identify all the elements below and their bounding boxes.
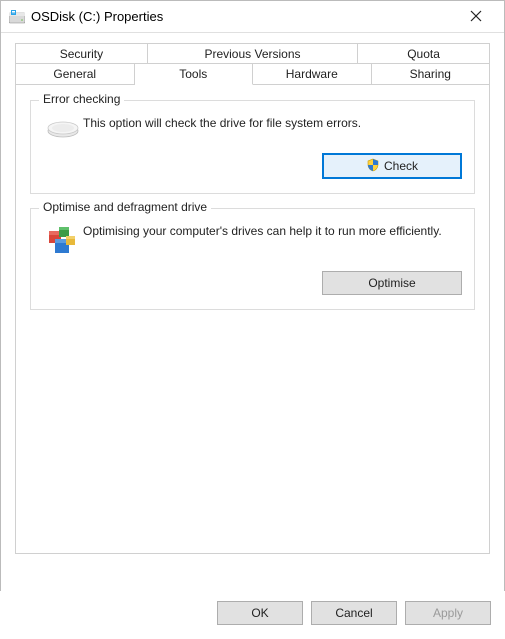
optimise-button-label: Optimise [368, 276, 415, 290]
cancel-button[interactable]: Cancel [311, 601, 397, 625]
apply-button[interactable]: Apply [405, 601, 491, 625]
group-optimise-text: Optimising your computer's drives can he… [83, 223, 462, 239]
dialog-footer: OK Cancel Apply [0, 591, 505, 639]
group-error-checking-legend: Error checking [39, 92, 124, 106]
group-error-checking-text: This option will check the drive for fil… [83, 115, 462, 131]
content-area: Security Previous Versions Quota General… [1, 33, 504, 554]
titlebar: OSDisk (C:) Properties [1, 1, 504, 33]
optimise-button[interactable]: Optimise [322, 271, 462, 295]
window-title: OSDisk (C:) Properties [31, 9, 456, 24]
tab-tools[interactable]: Tools [135, 63, 254, 85]
tab-body-tools: Error checking This option will check th… [15, 84, 490, 554]
close-button[interactable] [456, 9, 496, 25]
apply-button-label: Apply [433, 606, 463, 620]
check-button[interactable]: Check [322, 153, 462, 179]
tab-general[interactable]: General [15, 63, 135, 85]
tab-sharing[interactable]: Sharing [372, 63, 491, 85]
drive-icon [9, 9, 25, 25]
group-optimise-legend: Optimise and defragment drive [39, 200, 211, 214]
group-optimise: Optimise and defragment drive Optimising [30, 208, 475, 310]
tab-previous-versions[interactable]: Previous Versions [148, 43, 358, 64]
tab-security[interactable]: Security [15, 43, 148, 64]
drive-check-icon [43, 115, 83, 141]
tab-quota[interactable]: Quota [358, 43, 490, 64]
defrag-icon [43, 223, 83, 259]
tab-hardware[interactable]: Hardware [253, 63, 372, 85]
shield-icon [366, 158, 380, 175]
ok-button-label: OK [251, 606, 268, 620]
cancel-button-label: Cancel [335, 606, 372, 620]
tabstrip: Security Previous Versions Quota General… [15, 43, 490, 85]
close-icon [470, 10, 482, 22]
tab-row-1: Security Previous Versions Quota [15, 43, 490, 64]
ok-button[interactable]: OK [217, 601, 303, 625]
check-button-label: Check [384, 159, 418, 173]
tab-row-2: General Tools Hardware Sharing [15, 63, 490, 85]
group-error-checking: Error checking This option will check th… [30, 100, 475, 194]
